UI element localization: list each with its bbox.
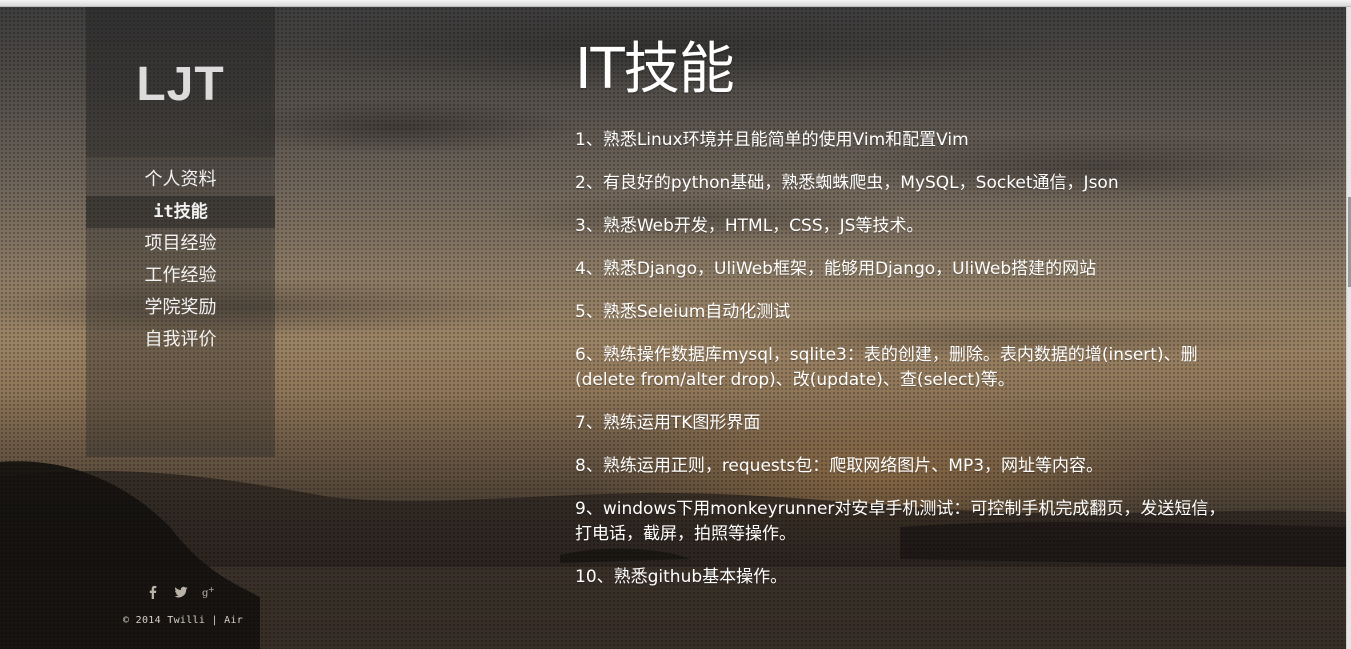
page-title: IT技能 <box>575 37 735 102</box>
nav-item-profile[interactable]: 个人资料 <box>86 164 275 196</box>
skill-item: 7、熟练运用TK图形界面 <box>575 413 761 433</box>
facebook-icon[interactable] <box>146 585 160 599</box>
vertical-scrollbar[interactable] <box>1346 7 1351 649</box>
browser-top-edge <box>0 0 1351 7</box>
twitter-icon[interactable] <box>174 585 188 599</box>
skill-item: 8、熟练运用正则，requests包：爬取网络图片、MP3，网址等内容。 <box>575 456 1104 476</box>
skills-list: 1、熟悉Linux环境并且能简单的使用Vim和配置Vim 2、有良好的pytho… <box>575 128 1235 590</box>
nav-item-awards[interactable]: 学院奖励 <box>86 292 275 324</box>
skill-item: 4、熟悉Django，UliWeb框架，能够用Django，UliWeb搭建的网… <box>575 259 1097 279</box>
skill-item: 3、熟悉Web开发，HTML，CSS，JS等技术。 <box>575 216 924 236</box>
skill-item: 10、熟悉github基本操作。 <box>575 567 788 587</box>
site-logo[interactable]: LJT <box>86 7 275 157</box>
main-content: IT技能 1、熟悉Linux环境并且能简单的使用Vim和配置Vim 2、有良好的… <box>575 34 1235 608</box>
skill-item: 5、熟悉Seleium自动化测试 <box>575 302 791 322</box>
social-links: g + <box>146 585 216 599</box>
nav-item-work-experience[interactable]: 工作经验 <box>86 260 275 292</box>
google-plus-icon[interactable]: g + <box>202 585 216 599</box>
skill-item: 2、有良好的python基础，熟悉蜘蛛爬虫，MySQL，Socket通信，Jso… <box>575 173 1119 193</box>
nav-item-it-skills[interactable]: it技能 <box>86 196 275 228</box>
svg-text:+: + <box>208 585 215 594</box>
page-background: LJT 个人资料 it技能 项目经验 工作经验 学院奖励 自我评价 g + © … <box>0 7 1346 649</box>
sidebar-nav: 个人资料 it技能 项目经验 工作经验 学院奖励 自我评价 <box>86 164 275 356</box>
copyright-text: © 2014 Twilli | Air <box>123 615 244 626</box>
skill-item: 1、熟悉Linux环境并且能简单的使用Vim和配置Vim <box>575 130 969 150</box>
nav-item-projects[interactable]: 项目经验 <box>86 228 275 260</box>
skill-item: 6、熟练操作数据库mysql，sqlite3：表的创建，删除。表内数据的增(in… <box>575 345 1198 390</box>
skill-item: 9、windows下用monkeyrunner对安卓手机测试：可控制手机完成翻页… <box>575 499 1226 544</box>
sidebar: LJT 个人资料 it技能 项目经验 工作经验 学院奖励 自我评价 <box>86 7 275 457</box>
nav-item-self-evaluation[interactable]: 自我评价 <box>86 324 275 356</box>
